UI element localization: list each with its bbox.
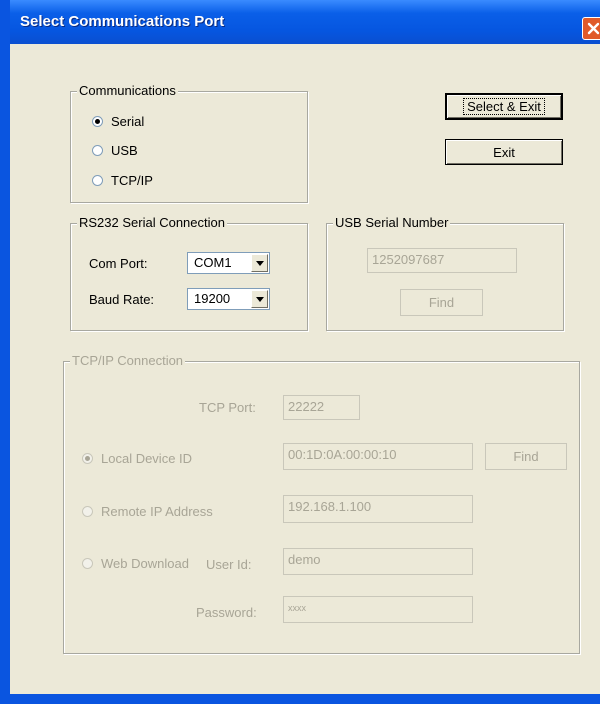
radio-indicator[interactable] [82,453,93,464]
usb-group: USB Serial Number 1252097687 Find [326,215,564,331]
radio-serial-label: Serial [111,114,145,129]
web-download-label: Web Download [101,556,189,571]
select-exit-label: Select & Exit [463,98,545,115]
radio-web-download[interactable]: Web Download [82,556,189,571]
radio-indicator[interactable] [92,145,103,156]
remote-ip-address-field[interactable]: 192.168.1.100 [283,495,473,523]
usb-find-button[interactable]: Find [400,289,483,316]
close-icon [587,22,600,35]
exit-button[interactable]: Exit [445,139,563,165]
user-id-label: User Id: [206,557,252,572]
exit-label: Exit [493,144,515,160]
baud-rate-label: Baud Rate: [89,292,155,307]
dropdown-arrow-button[interactable] [251,290,268,308]
com-port-value: COM1 [194,255,232,270]
chevron-down-icon [255,296,264,302]
tcpip-group: TCP/IP Connection TCP Port: 22222 Local … [63,353,580,654]
local-device-id-label: Local Device ID [101,451,193,466]
rs232-group: RS232 Serial Connection Com Port: COM1 B… [70,215,308,331]
window-title: Select Communications Port [20,13,225,30]
tcp-port-field[interactable]: 22222 [283,395,360,420]
radio-usb[interactable]: USB [92,143,138,158]
close-button[interactable] [582,17,600,40]
com-port-select[interactable]: COM1 [187,252,270,274]
radio-tcpip-label: TCP/IP [111,173,153,188]
radio-indicator[interactable] [92,175,103,186]
local-device-find-button[interactable]: Find [485,443,567,470]
radio-remote-ip-address[interactable]: Remote IP Address [82,504,213,519]
password-label: Password: [196,605,257,620]
usb-find-label: Find [428,295,455,310]
communications-group: Communications Serial USB TCP/IP [70,83,308,203]
baud-rate-value: 19200 [194,291,231,306]
radio-local-device-id[interactable]: Local Device ID [82,451,192,466]
tcp-port-label: TCP Port: [199,400,256,415]
radio-indicator[interactable] [82,558,93,569]
remote-ip-address-label: Remote IP Address [101,504,213,519]
dropdown-arrow-button[interactable] [251,254,268,272]
radio-serial[interactable]: Serial [92,114,144,129]
radio-usb-label: USB [111,143,138,158]
password-field[interactable]: xxxx [283,596,473,623]
radio-tcpip[interactable]: TCP/IP [92,173,153,188]
select-exit-button[interactable]: Select & Exit [445,93,563,120]
title-bar[interactable]: Select Communications Port [10,0,600,44]
usb-legend: USB Serial Number [333,215,451,231]
rs232-legend: RS232 Serial Connection [77,215,227,231]
dialog-client-area: Communications Serial USB TCP/IP Select … [20,44,600,694]
chevron-down-icon [255,260,264,266]
radio-indicator[interactable] [82,506,93,517]
user-id-field[interactable]: demo [283,548,473,575]
local-device-id-field[interactable]: 00:1D:0A:00:00:10 [283,443,473,470]
radio-indicator[interactable] [92,116,103,127]
baud-rate-select[interactable]: 19200 [187,288,270,310]
tcpip-legend: TCP/IP Connection [70,353,186,369]
local-device-find-label: Find [513,449,539,464]
com-port-label: Com Port: [89,256,148,271]
communications-legend: Communications [77,83,178,99]
usb-serial-field[interactable]: 1252097687 [367,248,517,273]
dialog-window: Select Communications Port Communication… [0,0,600,704]
